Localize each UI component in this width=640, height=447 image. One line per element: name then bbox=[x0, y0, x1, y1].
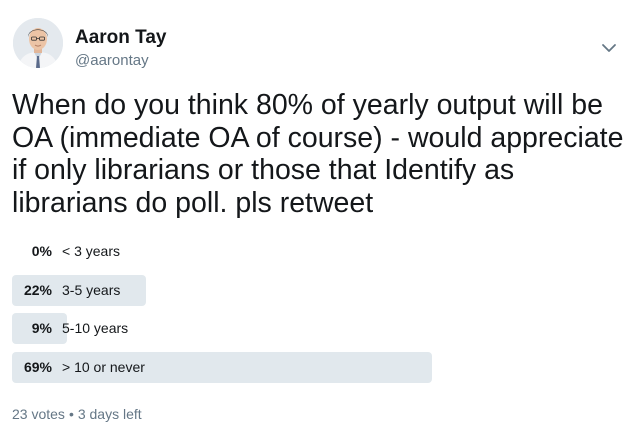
meta-separator: • bbox=[68, 406, 74, 422]
tweet-card: Aaron Tay @aarontay When do you think 80… bbox=[0, 0, 640, 447]
poll-option-percent: 0% bbox=[31, 243, 52, 259]
poll-option: 9% 5-10 years bbox=[12, 313, 612, 345]
poll-vote-count: 23 votes bbox=[12, 406, 65, 422]
tweet-text: When do you think 80% of yearly output w… bbox=[12, 89, 624, 219]
avatar-photo bbox=[13, 18, 63, 68]
poll-option-label: > 10 or never bbox=[62, 358, 145, 375]
more-options-button[interactable] bbox=[597, 38, 621, 58]
author-name[interactable]: Aaron Tay bbox=[75, 27, 167, 49]
poll-option-label: 5-10 years bbox=[62, 320, 129, 337]
poll-option-label: 3-5 years bbox=[62, 281, 121, 298]
chevron-down-icon bbox=[602, 44, 616, 52]
poll-meta: 23 votes • 3 days left bbox=[12, 405, 142, 423]
poll-option: 22% 3-5 years bbox=[12, 274, 612, 306]
poll-option-percent: 9% bbox=[31, 320, 52, 337]
poll-option-label: < 3 years bbox=[62, 243, 120, 259]
poll-option-percent: 22% bbox=[23, 281, 52, 298]
poll-option-percent: 69% bbox=[23, 358, 52, 375]
poll: 0% < 3 years 22% 3-5 years 9% 5-10 years… bbox=[12, 236, 612, 390]
poll-option: 0% < 3 years bbox=[12, 236, 612, 267]
poll-option: 69% > 10 or never bbox=[12, 351, 612, 383]
avatar[interactable] bbox=[13, 18, 63, 68]
poll-time-left: 3 days left bbox=[77, 406, 142, 422]
author-handle[interactable]: @aarontay bbox=[75, 52, 149, 70]
